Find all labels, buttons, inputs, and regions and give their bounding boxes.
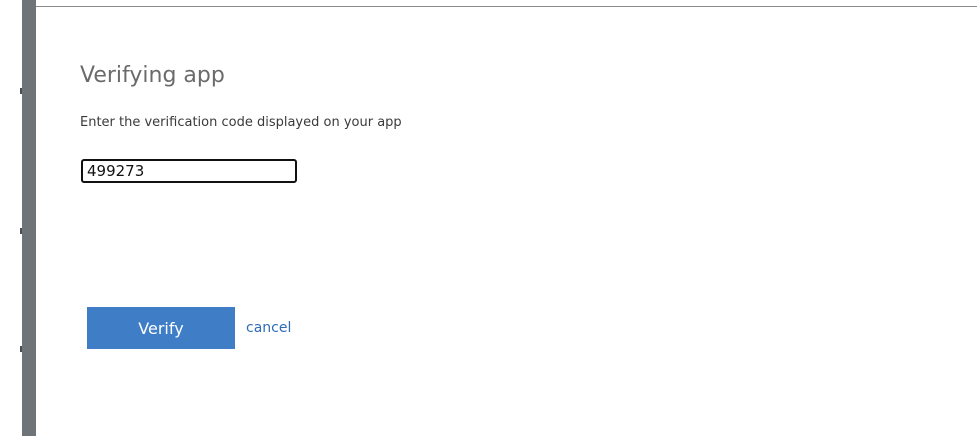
edge-tick	[20, 228, 22, 234]
dialog-title: Verifying app	[80, 63, 225, 88]
verification-code-input[interactable]	[81, 159, 297, 183]
page: Verifying app Enter the verification cod…	[0, 0, 977, 436]
left-edge-bar	[20, 0, 36, 436]
instruction-text: Enter the verification code displayed on…	[80, 115, 402, 130]
verification-dialog: Verifying app Enter the verification cod…	[36, 6, 977, 436]
cancel-link[interactable]: cancel	[246, 320, 291, 336]
edge-tick	[20, 346, 22, 352]
edge-tick	[20, 88, 22, 94]
verify-button[interactable]: Verify	[87, 307, 235, 349]
